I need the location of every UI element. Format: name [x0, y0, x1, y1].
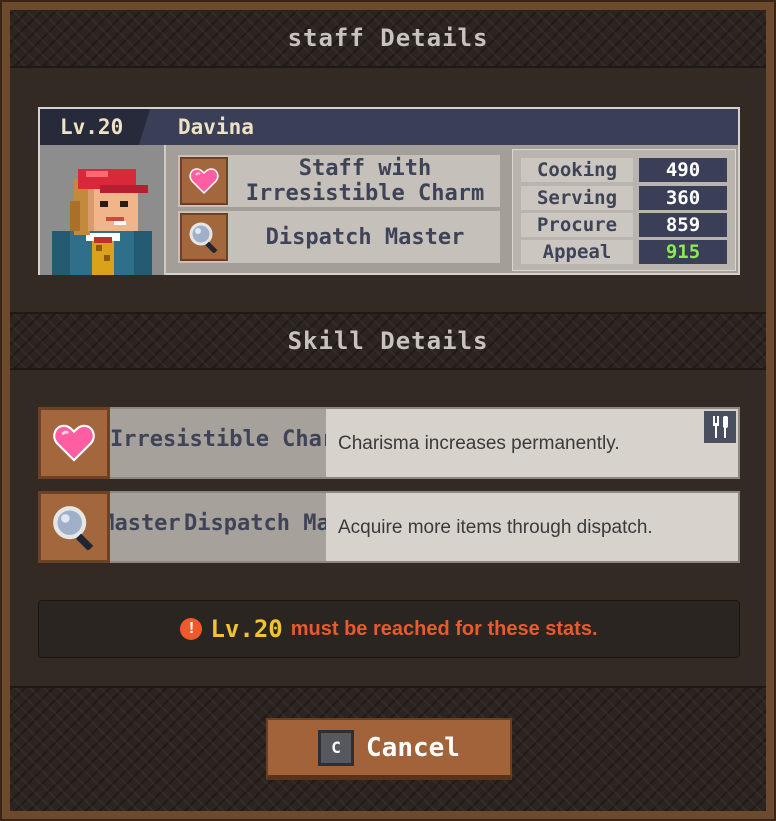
staff-card-header: Lv.20 Davina — [40, 109, 738, 145]
stat-label: Procure — [521, 213, 633, 237]
skill-row-charm[interactable]: Irresistible Charm Charisma increases pe… — [38, 407, 740, 479]
skill-wave-pattern — [618, 437, 738, 477]
dialog-title: staff Details — [287, 24, 489, 52]
trait-row-dispatch: Dispatch Master — [178, 211, 500, 263]
stat-row-cooking: Cooking 490 — [521, 158, 727, 182]
keyboard-key-icon: C — [318, 729, 355, 766]
skill-name: Irresistible Charm — [110, 427, 326, 452]
trait-row-charm: Staff with Irresistible Charm — [178, 155, 500, 207]
stat-label: Cooking — [521, 158, 633, 182]
skill-name-box: Dispatch Master Dispatch Master — [110, 493, 326, 561]
skill-row-dispatch[interactable]: Dispatch Master Dispatch Master Acquire … — [38, 491, 740, 563]
warning-message: must be reached for these stats. — [290, 617, 598, 640]
magnifier-icon — [180, 213, 228, 261]
cutlery-icon — [704, 411, 736, 443]
staff-details-dialog: staff Details Lv.20 Davina Staff with Ir… — [0, 0, 776, 821]
skill-section-header: Skill Details — [10, 312, 766, 370]
stat-row-serving: Serving 360 — [521, 186, 727, 210]
stat-value: 859 — [639, 213, 727, 237]
stat-row-procure: Procure 859 — [521, 213, 727, 237]
dialog-body: staff Details Lv.20 Davina Staff with Ir… — [10, 10, 766, 811]
stat-label: Appeal — [521, 240, 633, 264]
skill-name-box: Irresistible Charm — [110, 409, 326, 477]
magnifier-icon — [38, 491, 110, 563]
heart-icon — [38, 407, 110, 479]
skill-name: Dispatch Master — [184, 511, 326, 536]
staff-level: Lv.20 — [60, 115, 124, 139]
trait-label: Dispatch Master — [265, 224, 465, 250]
stats-panel: Cooking 490 Serving 360 Procure 859 Appe… — [512, 149, 736, 271]
skill-wave-pattern — [618, 521, 738, 561]
stat-label: Serving — [521, 186, 633, 210]
stat-row-appeal: Appeal 915 — [521, 240, 727, 264]
dialog-title-bar: staff Details — [10, 10, 766, 68]
section-title: Skill Details — [287, 327, 489, 355]
stat-value: 490 — [639, 158, 727, 182]
alert-icon: ! — [180, 618, 203, 640]
warning-level: Lv.20 — [210, 615, 283, 643]
stat-value: 915 — [639, 240, 727, 264]
staff-portrait — [40, 145, 166, 275]
skill-name: Dispatch Master — [110, 511, 181, 536]
trait-label: Staff with Irresistible Charm — [245, 156, 485, 206]
header-wave-pattern — [628, 109, 738, 145]
stat-value: 360 — [639, 186, 727, 210]
trait-list: Staff with Irresistible Charm Dispatch M… — [178, 155, 500, 265]
level-warning: ! Lv.20 must be reached for these stats. — [38, 600, 740, 658]
staff-card: Lv.20 Davina Staff with Irresistible Cha… — [38, 107, 740, 275]
cancel-label: Cancel — [366, 732, 460, 763]
staff-name: Davina — [178, 115, 254, 139]
heart-icon — [180, 157, 228, 205]
cancel-button[interactable]: C Cancel — [266, 718, 512, 780]
